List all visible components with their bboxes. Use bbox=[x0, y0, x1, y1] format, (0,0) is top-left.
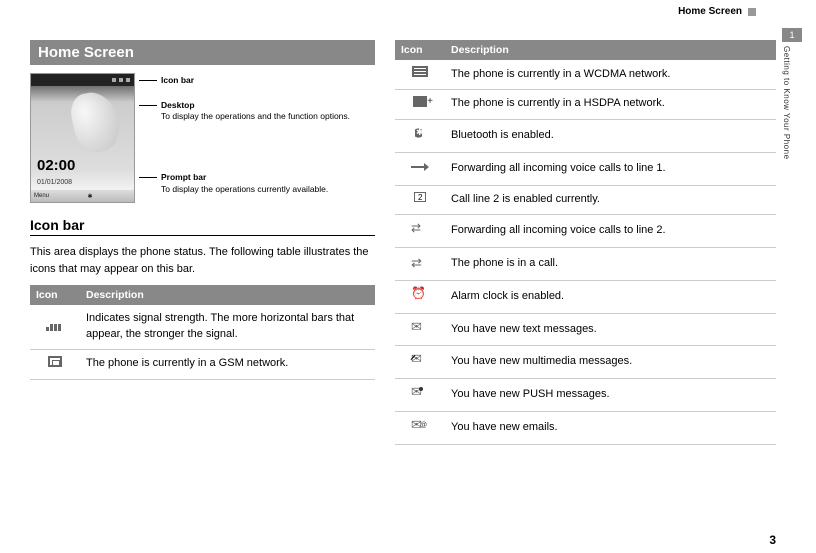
phone-icon-bar bbox=[31, 74, 134, 86]
icon-cell bbox=[30, 349, 80, 379]
icon-cell bbox=[395, 119, 445, 152]
hsdpa-icon bbox=[413, 96, 427, 107]
alarm-icon bbox=[411, 287, 429, 301]
icon-cell bbox=[395, 185, 445, 214]
desc-cell: Call line 2 is enabled currently. bbox=[445, 185, 776, 214]
th-desc: Description bbox=[445, 40, 776, 60]
desc-cell: Forwarding all incoming voice calls to l… bbox=[445, 214, 776, 247]
phone-screenshot: 02:00 01/01/2008 Menu ✱ bbox=[30, 73, 135, 203]
table-row: The phone is in a call. bbox=[395, 247, 776, 280]
desc-cell: You have new multimedia messages. bbox=[445, 346, 776, 379]
home-screen-figure: 02:00 01/01/2008 Menu ✱ Icon bar Desktop… bbox=[30, 73, 375, 203]
desc-cell: The phone is currently in a HSDPA networ… bbox=[445, 89, 776, 119]
callout-desktop: Desktop To display the operations and th… bbox=[139, 100, 350, 122]
section-title: Home Screen bbox=[30, 40, 375, 65]
table-row: You have new text messages. bbox=[395, 313, 776, 346]
icon-cell bbox=[395, 60, 445, 89]
phone-clock: 02:00 bbox=[37, 157, 75, 174]
softkey-center: ✱ bbox=[87, 193, 92, 200]
phone-prompt-bar: Menu ✱ bbox=[31, 190, 134, 202]
desc-cell: You have new emails. bbox=[445, 412, 776, 445]
table-row: Bluetooth is enabled. bbox=[395, 119, 776, 152]
table-row: Forwarding all incoming voice calls to l… bbox=[395, 152, 776, 185]
table-row: Call line 2 is enabled currently. bbox=[395, 185, 776, 214]
page-number: 3 bbox=[769, 533, 776, 547]
wallpaper-icon bbox=[67, 88, 123, 156]
table-row: Indicates signal strength. The more hori… bbox=[30, 305, 375, 349]
call-icon bbox=[411, 254, 429, 268]
gsm-icon bbox=[48, 356, 62, 367]
right-tbody: The phone is currently in a WCDMA networ… bbox=[395, 60, 776, 445]
push-icon bbox=[411, 385, 429, 399]
table-row: You have new multimedia messages. bbox=[395, 346, 776, 379]
icon-cell bbox=[395, 152, 445, 185]
figure-callouts: Icon bar Desktop To display the operatio… bbox=[139, 73, 350, 194]
callout-icon-bar: Icon bar bbox=[139, 75, 350, 86]
softkey-left: Menu bbox=[34, 193, 49, 199]
fwd2-icon bbox=[411, 221, 429, 235]
sms-icon bbox=[411, 320, 429, 334]
desc-cell: The phone is in a call. bbox=[445, 247, 776, 280]
icon-table-left: Icon Description Indicates signal streng… bbox=[30, 285, 375, 380]
table-row: The phone is currently in a HSDPA networ… bbox=[395, 89, 776, 119]
icon-cell bbox=[395, 412, 445, 445]
icon-cell bbox=[395, 89, 445, 119]
icon-table-right: Icon Description The phone is currently … bbox=[395, 40, 776, 445]
desc-cell: Indicates signal strength. The more hori… bbox=[80, 305, 375, 349]
table-row: Forwarding all incoming voice calls to l… bbox=[395, 214, 776, 247]
table-row: You have new emails. bbox=[395, 412, 776, 445]
desc-cell: Alarm clock is enabled. bbox=[445, 280, 776, 313]
bt-icon bbox=[411, 126, 429, 140]
table-row: You have new PUSH messages. bbox=[395, 379, 776, 412]
table-row: The phone is currently in a WCDMA networ… bbox=[395, 60, 776, 89]
desc-cell: You have new text messages. bbox=[445, 313, 776, 346]
phone-date: 01/01/2008 bbox=[37, 179, 72, 186]
icon-cell bbox=[395, 379, 445, 412]
desc-cell: Bluetooth is enabled. bbox=[445, 119, 776, 152]
desc-cell: The phone is currently in a WCDMA networ… bbox=[445, 60, 776, 89]
icon-cell bbox=[30, 305, 80, 349]
icon-cell bbox=[395, 346, 445, 379]
desc-cell: The phone is currently in a GSM network. bbox=[80, 349, 375, 379]
desc-cell: Forwarding all incoming voice calls to l… bbox=[445, 152, 776, 185]
desc-cell: You have new PUSH messages. bbox=[445, 379, 776, 412]
th-icon: Icon bbox=[395, 40, 445, 60]
table-row: Alarm clock is enabled. bbox=[395, 280, 776, 313]
subsection-heading: Icon bar bbox=[30, 217, 375, 236]
left-tbody: Indicates signal strength. The more hori… bbox=[30, 305, 375, 379]
mms-icon bbox=[411, 352, 429, 366]
email-icon bbox=[411, 418, 429, 432]
table-row: The phone is currently in a GSM network. bbox=[30, 349, 375, 379]
callout-prompt-bar: Prompt bar To display the operations cur… bbox=[139, 172, 350, 194]
line2-icon bbox=[414, 192, 426, 202]
wcdma-icon bbox=[412, 66, 428, 77]
th-icon: Icon bbox=[30, 285, 80, 305]
icon-cell bbox=[395, 313, 445, 346]
icon-cell bbox=[395, 247, 445, 280]
th-desc: Description bbox=[80, 285, 375, 305]
icon-cell bbox=[395, 280, 445, 313]
fwd1-icon bbox=[411, 159, 429, 173]
intro-paragraph: This area displays the phone status. The… bbox=[30, 244, 375, 277]
icon-cell bbox=[395, 214, 445, 247]
signal-icon bbox=[46, 317, 64, 331]
